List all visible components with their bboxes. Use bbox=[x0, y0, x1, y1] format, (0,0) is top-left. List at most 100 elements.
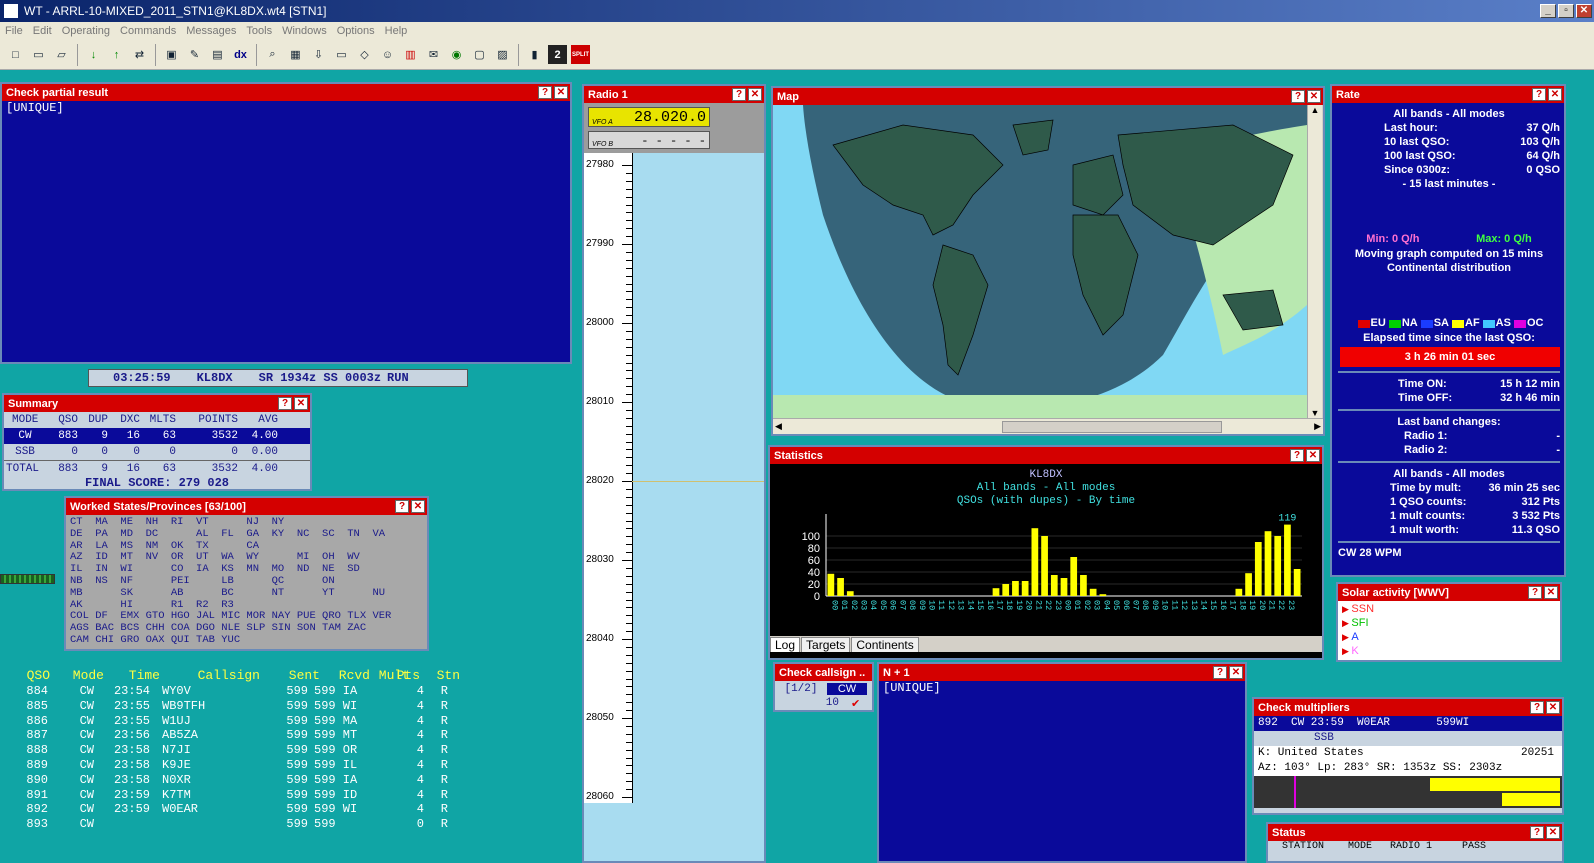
vfo-a-display[interactable]: VFO A 28.020.0 bbox=[588, 107, 710, 127]
scale-label: 27990 bbox=[586, 238, 614, 249]
arrow-down-icon[interactable]: ↓ bbox=[84, 45, 103, 64]
search-icon[interactable]: ⌕ bbox=[263, 45, 282, 64]
close-icon[interactable]: ✕ bbox=[1546, 826, 1560, 839]
x-tick-label: 00 bbox=[1063, 600, 1073, 610]
bar bbox=[1254, 542, 1262, 596]
menu-messages[interactable]: Messages bbox=[181, 25, 241, 37]
tab-log[interactable]: Log bbox=[770, 637, 801, 652]
rate-label: 10 last QSO: bbox=[1384, 136, 1450, 148]
stats-tabs: Log Targets Continents bbox=[770, 636, 1322, 652]
menu-edit[interactable]: Edit bbox=[28, 25, 57, 37]
monitor-icon[interactable]: ▭ bbox=[332, 45, 351, 64]
terminal-icon[interactable]: ▤ bbox=[208, 45, 227, 64]
grid-icon[interactable]: ▦ bbox=[286, 45, 305, 64]
person-icon[interactable]: ☺ bbox=[378, 45, 397, 64]
my-callsign: KL8DX bbox=[196, 371, 233, 385]
log-cell bbox=[362, 773, 402, 788]
scale-minor-tick bbox=[626, 591, 632, 593]
solar-item: ▶ SFI bbox=[1342, 617, 1556, 631]
help-icon[interactable]: ? bbox=[395, 500, 409, 513]
log-row[interactable]: 892 CW 23:59 W0EAR 599 599 WI 4 R bbox=[10, 802, 570, 817]
log-row[interactable]: 884 CW 23:54 WY0V 599 599 IA 4 R bbox=[10, 684, 570, 699]
scale-minor-tick bbox=[626, 528, 632, 530]
callsign-band: 10 bbox=[825, 697, 839, 709]
help-icon[interactable]: ? bbox=[538, 86, 552, 99]
map-horizontal-scrollbar[interactable]: ◀ ▶ bbox=[773, 418, 1323, 434]
close-icon[interactable]: ✕ bbox=[1548, 88, 1562, 101]
x-tick-label: 21 bbox=[1267, 600, 1277, 610]
mail-icon[interactable]: ✉ bbox=[424, 45, 443, 64]
close-icon[interactable]: ✕ bbox=[1307, 90, 1321, 103]
help-icon[interactable]: ? bbox=[1530, 826, 1544, 839]
menu-windows[interactable]: Windows bbox=[277, 25, 332, 37]
check-multipliers-panel: Check multipliers? ✕ 892 CW 23:59 W0EAR 5… bbox=[1252, 697, 1564, 815]
band-map[interactable]: 27980 27990 28000 28010 28020 28030 28040 28050… bbox=[584, 153, 764, 861]
bar bbox=[1274, 536, 1282, 596]
app-icon bbox=[4, 4, 18, 18]
close-icon[interactable]: ✕ bbox=[1306, 449, 1320, 462]
folder-icon[interactable]: ▱ bbox=[52, 45, 71, 64]
tab-continents[interactable]: Continents bbox=[851, 637, 919, 652]
help-icon[interactable]: ? bbox=[278, 397, 292, 410]
vfo-b-display[interactable]: VFO B - - - - - bbox=[588, 131, 710, 149]
help-icon[interactable]: ? bbox=[1532, 88, 1546, 101]
menu-operating[interactable]: Operating bbox=[57, 25, 115, 37]
legend-label: OC bbox=[1526, 317, 1544, 329]
close-icon[interactable]: ✕ bbox=[411, 500, 425, 513]
window-icon[interactable]: ▢ bbox=[470, 45, 489, 64]
log-row[interactable]: 890 CW 23:58 N0XR 599 599 IA 4 R bbox=[10, 773, 570, 788]
tab-targets[interactable]: Targets bbox=[801, 637, 851, 652]
log-row[interactable]: 888 CW 23:58 N7JI 599 599 OR 4 R bbox=[10, 743, 570, 758]
open-folder-icon[interactable]: ▭ bbox=[29, 45, 48, 64]
menu-commands[interactable]: Commands bbox=[115, 25, 181, 37]
triangle-right-icon: ▶ bbox=[1342, 632, 1352, 642]
close-icon[interactable]: ✕ bbox=[1546, 701, 1560, 714]
globe-icon[interactable]: ◉ bbox=[447, 45, 466, 64]
tag-icon[interactable]: ◇ bbox=[355, 45, 374, 64]
scale-minor-tick bbox=[626, 307, 632, 309]
lock-icon[interactable]: ▨ bbox=[493, 45, 512, 64]
arrow-up-icon[interactable]: ↑ bbox=[107, 45, 126, 64]
help-icon[interactable]: ? bbox=[1530, 701, 1544, 714]
menu-tools[interactable]: Tools bbox=[241, 25, 277, 37]
log-row[interactable]: 887 CW 23:56 AB5ZA 599 599 MT 4 R bbox=[10, 728, 570, 743]
close-button[interactable]: ✕ bbox=[1576, 4, 1592, 18]
log-row[interactable]: 885 CW 23:55 WB9TFH 599 599 WI 4 R bbox=[10, 699, 570, 714]
help-icon[interactable]: ? bbox=[732, 88, 746, 101]
log-cell: 23:55 bbox=[113, 713, 150, 728]
dx-button[interactable]: dx bbox=[231, 45, 250, 64]
help-icon[interactable]: ? bbox=[1291, 90, 1305, 103]
close-icon[interactable]: ✕ bbox=[748, 88, 762, 101]
bar-chart-icon[interactable]: ▥ bbox=[401, 45, 420, 64]
help-icon[interactable]: ? bbox=[1213, 666, 1227, 679]
log-row[interactable]: 893 CW 599 599 0 R bbox=[10, 817, 570, 832]
rate-label: 1 QSO counts: bbox=[1390, 496, 1467, 508]
menu-help[interactable]: Help bbox=[380, 25, 413, 37]
maximize-button[interactable]: ▫ bbox=[1558, 4, 1574, 18]
help-icon[interactable]: ? bbox=[1290, 449, 1304, 462]
log-row[interactable]: 886 CW 23:55 W1UJ 599 599 MA 4 R bbox=[10, 714, 570, 729]
help-icon[interactable]: ? bbox=[1528, 586, 1542, 599]
menu-options[interactable]: Options bbox=[332, 25, 380, 37]
log-cell: 599 bbox=[286, 743, 308, 758]
close-icon[interactable]: ✕ bbox=[294, 397, 308, 410]
log-row[interactable]: 889 CW 23:58 K9JE 599 599 IL 4 R bbox=[10, 758, 570, 773]
new-file-icon[interactable]: □ bbox=[6, 45, 25, 64]
map-vertical-scrollbar[interactable]: ▲ ▼ bbox=[1307, 105, 1322, 418]
world-map[interactable] bbox=[773, 105, 1307, 418]
scale-tick bbox=[622, 165, 632, 166]
log-row[interactable]: 891 CW 23:59 K7TM 599 599 ID 4 R bbox=[10, 788, 570, 803]
radio2-icon[interactable]: 2 bbox=[548, 45, 567, 64]
split-button[interactable]: SPLIT bbox=[571, 45, 590, 64]
menu-file[interactable]: File bbox=[0, 25, 28, 37]
minimize-button[interactable]: _ bbox=[1540, 4, 1556, 18]
cluster-icon[interactable]: ▣ bbox=[162, 45, 181, 64]
log-cell bbox=[362, 788, 402, 803]
close-icon[interactable]: ✕ bbox=[554, 86, 568, 99]
download-icon[interactable]: ⇩ bbox=[309, 45, 328, 64]
transfer-icon[interactable]: ⇄ bbox=[130, 45, 149, 64]
pencil-icon[interactable]: ✎ bbox=[185, 45, 204, 64]
radio1-icon[interactable]: ▮ bbox=[525, 45, 544, 64]
close-icon[interactable]: ✕ bbox=[1544, 586, 1558, 599]
close-icon[interactable]: ✕ bbox=[1229, 666, 1243, 679]
